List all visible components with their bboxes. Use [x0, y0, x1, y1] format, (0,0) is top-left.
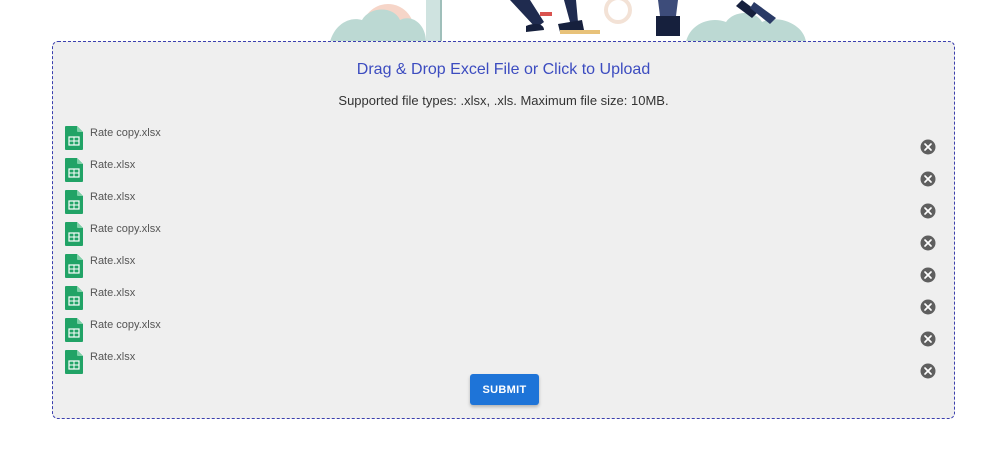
- file-name: Rate copy.xlsx: [90, 127, 161, 139]
- dropzone-subtitle: Supported file types: .xlsx, .xls. Maxim…: [338, 93, 669, 108]
- file-name: Rate.xlsx: [90, 159, 136, 171]
- close-circle-icon: [920, 299, 936, 315]
- upload-illustration: [330, 0, 808, 42]
- dropzone-title: Drag & Drop Excel File or Click to Uploa…: [356, 61, 651, 78]
- file-item: Rate.xlsx: [65, 286, 936, 318]
- close-circle-icon: [920, 363, 936, 379]
- file-name: Rate copy.xlsx: [90, 319, 161, 331]
- file-name: Rate copy.xlsx: [90, 223, 161, 235]
- file-name: Rate.xlsx: [90, 191, 136, 203]
- spreadsheet-file-icon: [65, 318, 83, 342]
- remove-file-button[interactable]: [920, 331, 936, 347]
- remove-file-button[interactable]: [920, 139, 936, 155]
- close-circle-icon: [920, 267, 936, 283]
- remove-file-button[interactable]: [920, 299, 936, 315]
- close-circle-icon: [920, 203, 936, 219]
- remove-file-button[interactable]: [920, 363, 936, 379]
- close-circle-icon: [920, 235, 936, 251]
- spreadsheet-file-icon: [65, 126, 83, 150]
- spreadsheet-file-icon: [65, 254, 83, 278]
- file-item: Rate copy.xlsx: [65, 318, 936, 350]
- spreadsheet-file-icon: [65, 158, 83, 182]
- file-name: Rate.xlsx: [90, 351, 136, 363]
- spreadsheet-file-icon: [65, 222, 83, 246]
- remove-file-button[interactable]: [920, 203, 936, 219]
- file-item: Rate copy.xlsx: [65, 126, 936, 158]
- file-list: Rate copy.xlsx Rate.xlsx Rate.xlsx Rate cop…: [65, 126, 936, 382]
- close-circle-icon: [920, 139, 936, 155]
- remove-file-button[interactable]: [920, 171, 936, 187]
- file-item: Rate.xlsx: [65, 254, 936, 286]
- submit-button[interactable]: SUBMIT: [470, 374, 539, 405]
- close-circle-icon: [920, 171, 936, 187]
- spreadsheet-file-icon: [65, 190, 83, 214]
- spreadsheet-file-icon: [65, 286, 83, 310]
- remove-file-button[interactable]: [920, 267, 936, 283]
- spreadsheet-file-icon: [65, 350, 83, 374]
- file-dropzone[interactable]: Drag & Drop Excel File or Click to Uploa…: [52, 41, 955, 419]
- file-name: Rate.xlsx: [90, 255, 136, 267]
- file-name: Rate.xlsx: [90, 287, 136, 299]
- remove-file-button[interactable]: [920, 235, 936, 251]
- close-circle-icon: [920, 331, 936, 347]
- file-item: Rate.xlsx: [65, 190, 936, 222]
- file-item: Rate.xlsx: [65, 158, 936, 190]
- file-item: Rate copy.xlsx: [65, 222, 936, 254]
